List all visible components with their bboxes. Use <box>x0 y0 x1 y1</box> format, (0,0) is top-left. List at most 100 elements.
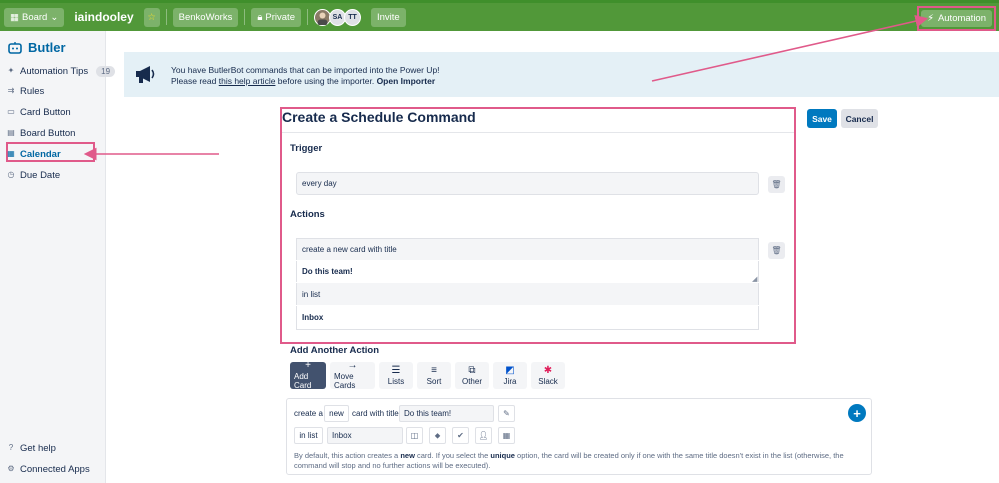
banner-line1: You have ButlerBot commands that can be … <box>171 65 440 75</box>
new-unique-selector[interactable]: new <box>324 405 349 422</box>
member-avatars: SA TT <box>313 8 361 26</box>
save-button[interactable]: Save <box>807 109 837 128</box>
banner-text: You have ButlerBot commands that can be … <box>171 65 440 87</box>
rules-icon: ⇉ <box>7 86 15 95</box>
label-icon[interactable]: ⬥ <box>429 427 446 444</box>
sidebar-item-due-date[interactable]: ◷ Due Date <box>7 167 61 183</box>
list-icon: ☰ <box>391 364 401 376</box>
card-title-input[interactable]: Do this team! <box>399 405 494 422</box>
person-icon <box>317 12 328 25</box>
importer-banner: You have ButlerBot commands that can be … <box>124 52 999 97</box>
action-tabs: + Add Card → Move Cards ☰ Lists ≡ Sort ⧉ Othe… <box>290 360 565 390</box>
calendar-icon[interactable]: ▦ <box>498 427 515 444</box>
trash-icon[interactable]: 🗑︎ <box>768 176 785 193</box>
divider <box>306 9 308 25</box>
sparkle-icon: ✦ <box>7 66 15 75</box>
tab-label: Lists <box>387 376 405 386</box>
action-line[interactable]: Inbox <box>296 306 759 330</box>
automation-label: Automation <box>937 13 986 24</box>
automation-highlight: ⚡︎ Automation <box>917 6 996 31</box>
copy-icon: ⧉ <box>468 364 476 376</box>
list-position-selector[interactable]: in list <box>294 427 323 444</box>
visibility-button[interactable]: 🔒︎ Private <box>251 7 301 27</box>
sidebar-item-label: Calendar <box>20 148 61 160</box>
action-line[interactable]: Do this team! <box>296 261 759 282</box>
tab-label: Slack <box>538 376 558 386</box>
tab-label: Jira <box>503 376 517 386</box>
add-action-plus-button[interactable]: + <box>848 404 866 422</box>
list-name-input[interactable]: Inbox <box>327 427 403 444</box>
card-details-icon[interactable]: ◫ <box>406 427 423 444</box>
sidebar-item-label: Card Button <box>20 106 71 118</box>
visibility-label: Private <box>265 11 295 23</box>
sidebar-item-label: Rules <box>20 85 45 97</box>
action-line[interactable]: in list <box>296 283 759 305</box>
calendar-icon: ▦ <box>7 149 15 158</box>
chevron-down-icon: ⌄ <box>50 11 59 23</box>
card-icon: ▭ <box>7 107 15 116</box>
note-part: By default, this action creates a <box>294 451 401 460</box>
arrow-right-icon: → <box>347 360 358 371</box>
member-icon[interactable]: 👤︎ <box>475 427 492 444</box>
board-icon: ▦ <box>10 11 19 23</box>
resize-handle-icon[interactable]: ◢ <box>752 275 757 283</box>
tab-move-cards[interactable]: → Move Cards <box>330 360 375 390</box>
tab-add-card[interactable]: + Add Card <box>290 361 326 390</box>
sidebar-item-card-button[interactable]: ▭ Card Button <box>7 104 71 120</box>
tab-other[interactable]: ⧉ Other <box>455 362 489 389</box>
tab-lists[interactable]: ☰ Lists <box>379 362 413 389</box>
slack-icon: ✱ <box>543 364 553 376</box>
jira-icon: ◩ <box>505 364 515 376</box>
sidebar-item-label: Due Date <box>20 169 61 181</box>
sidebar-item-rules[interactable]: ⇉ Rules <box>7 83 45 99</box>
tab-label: Add Card <box>294 372 312 390</box>
invite-button[interactable]: Invite <box>370 7 406 27</box>
sidebar-item-label: Automation Tips <box>20 65 89 77</box>
cancel-button[interactable]: Cancel <box>841 109 878 128</box>
sidebar-item-label: Board Button <box>20 127 76 139</box>
butler-title-label: Butler <box>28 40 66 55</box>
clock-icon: ◷ <box>7 170 15 179</box>
board-name[interactable]: iaindooley <box>70 10 137 24</box>
tab-jira[interactable]: ◩ Jira <box>493 362 527 389</box>
sidebar-item-connected-apps[interactable]: ⚙ Connected Apps <box>7 461 89 477</box>
board-icon: ▤ <box>7 128 15 137</box>
tab-label: Move Cards <box>334 372 356 390</box>
sidebar-item-board-button[interactable]: ▤ Board Button <box>7 125 75 141</box>
butler-title: Butler <box>8 40 66 55</box>
actions-label: Actions <box>290 209 325 220</box>
tab-sort[interactable]: ≡ Sort <box>417 362 451 389</box>
add-action-label: Add Another Action <box>290 345 380 356</box>
open-importer-link[interactable]: Open Importer <box>377 76 436 86</box>
tab-label: Other <box>461 376 482 386</box>
sidebar-item-automation-tips[interactable]: ✦ Automation Tips 19 <box>7 63 116 79</box>
help-icon: ? <box>8 443 14 452</box>
builder-text: create a <box>294 409 323 418</box>
help-article-link[interactable]: this help article <box>219 76 276 86</box>
sidebar-item-get-help[interactable]: ? Get help <box>7 440 56 456</box>
star-icon[interactable]: ☆ <box>143 7 160 27</box>
board-menu-button[interactable]: ▦ Board ⌄ <box>4 7 65 27</box>
avatar[interactable]: TT <box>343 8 361 26</box>
sort-icon: ≡ <box>431 364 437 376</box>
edit-icon[interactable]: ✎ <box>498 405 515 422</box>
automation-button[interactable]: ⚡︎ Automation <box>921 10 992 27</box>
checklist-icon[interactable]: ✔ <box>452 427 469 444</box>
note-part: card. If you select the <box>414 451 491 460</box>
lightning-icon: ⚡︎ <box>927 13 934 24</box>
sidebar-item-calendar[interactable]: ▦ Calendar <box>7 146 61 162</box>
builder-text: card with title <box>352 409 399 418</box>
trigger-field[interactable]: every day <box>296 172 759 195</box>
trash-icon[interactable]: 🗑︎ <box>768 242 785 259</box>
team-button[interactable]: BenkoWorks <box>172 7 239 27</box>
action-line[interactable]: create a new card with title <box>296 238 759 260</box>
trigger-label: Trigger <box>290 143 323 154</box>
banner-text-part: before using the importer. <box>275 76 377 86</box>
board-menu-label: Board <box>21 11 48 23</box>
divider <box>282 132 794 133</box>
sidebar-item-label: Get help <box>20 442 56 454</box>
megaphone-icon <box>134 63 158 91</box>
note-part: new <box>400 451 415 460</box>
tab-slack[interactable]: ✱ Slack <box>531 362 565 389</box>
gear-icon: ⚙ <box>7 464 15 473</box>
